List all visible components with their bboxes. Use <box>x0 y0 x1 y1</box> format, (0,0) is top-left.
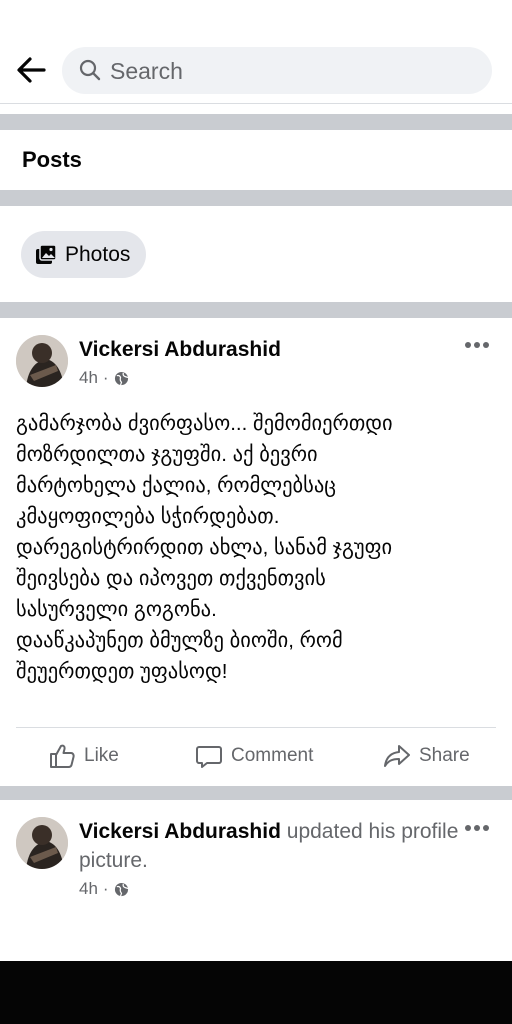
post-line: დარეგისტრირდით ახლა, სანამ ჯგუფი <box>16 536 393 559</box>
more-icon[interactable] <box>464 823 490 833</box>
post-line: შეივსება და იპოვეთ თქვენთვის <box>16 567 326 590</box>
like-icon <box>50 744 75 768</box>
photos-filter-chip[interactable]: Photos <box>21 231 147 278</box>
section-title: Posts <box>22 147 82 172</box>
back-arrow-icon[interactable] <box>14 55 48 85</box>
avatar[interactable] <box>16 817 68 869</box>
post-author[interactable]: Vickersi Abdurashid <box>79 338 281 362</box>
post-author[interactable]: Vickersi Abdurashid <box>79 820 281 843</box>
divider <box>0 190 512 206</box>
system-navigation-bar <box>0 961 512 1024</box>
post-line: კმაყოფილება სჭირდებათ. <box>16 505 280 528</box>
globe-icon <box>114 882 128 896</box>
post-time: 4h <box>79 879 98 898</box>
post-time: 4h <box>79 368 98 387</box>
search-input[interactable]: Search <box>62 47 492 94</box>
post-line: შეუერთდეთ უფასოდ! <box>16 660 228 683</box>
post: Vickersi Abdurashid 4h · გამარჯობა ძვირფ… <box>0 318 512 786</box>
globe-icon <box>114 371 128 385</box>
meta-separator: · <box>102 368 109 387</box>
search-placeholder: Search <box>110 58 183 84</box>
action-divider <box>16 727 496 728</box>
divider <box>0 786 512 800</box>
photos-icon <box>36 243 57 264</box>
photos-chip-label: Photos <box>65 242 131 266</box>
search-icon <box>79 59 101 81</box>
divider <box>0 114 512 130</box>
post-line: მარტოხელა ქალია, რომლებსაც <box>16 474 336 497</box>
like-button[interactable]: Like <box>48 742 119 770</box>
post-meta: 4h · <box>79 368 129 388</box>
post-body: გამარჯობა ძვირფასო... შემომიერთდი მოზრდი… <box>16 408 498 687</box>
share-button[interactable]: Share <box>383 742 470 770</box>
post-line: სასურველი გოგონა. <box>16 598 217 621</box>
comment-label: Comment <box>231 745 314 766</box>
post-line: გამარჯობა ძვირფასო... შემომიერთდი <box>16 412 393 435</box>
comment-icon <box>196 746 222 768</box>
share-label: Share <box>419 745 470 766</box>
meta-separator: · <box>102 879 109 898</box>
avatar[interactable] <box>16 335 68 387</box>
post-line: დააწკაპუნეთ ბმულზე ბიოში, რომ <box>16 629 343 652</box>
comment-button[interactable]: Comment <box>195 742 313 770</box>
top-bar: Search <box>0 0 512 104</box>
post-meta: 4h · <box>79 879 129 899</box>
more-icon[interactable] <box>464 340 490 350</box>
divider <box>0 302 512 318</box>
post-line: მოზრდილთა ჯგუფში. აქ ბევრი <box>16 443 318 466</box>
profile-update-text: Vickersi Abdurashid updated his profile … <box>79 817 469 875</box>
like-label: Like <box>84 745 119 766</box>
share-icon <box>384 745 410 767</box>
